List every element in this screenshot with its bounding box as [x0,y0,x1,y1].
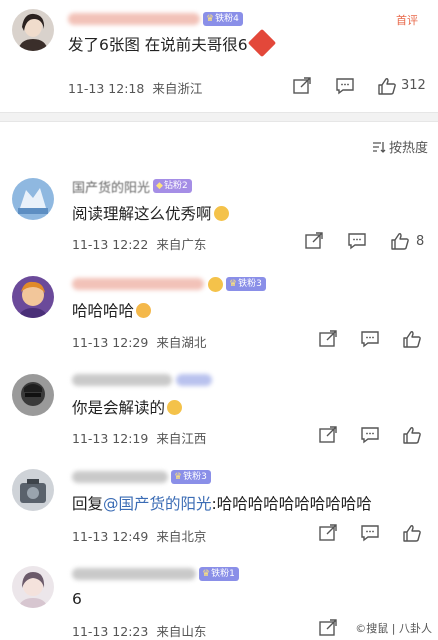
crown-icon: ♛ [202,569,211,579]
like-count: 312 [401,78,426,93]
post-content: 发了6张图 在说前夫哥很6 [68,28,276,58]
comment-avatar[interactable] [12,374,54,416]
share-icon[interactable] [318,524,338,542]
emoji-icon [213,206,229,221]
comment-avatar[interactable] [12,566,54,608]
like-icon[interactable] [390,232,410,250]
comment-icon[interactable] [335,77,355,95]
comment-avatar[interactable] [12,178,54,220]
comment-meta: 11-13 12:19 来自江西 [72,431,207,446]
comment-icon[interactable] [360,330,380,348]
share-icon[interactable] [318,426,338,444]
comment-icon[interactable] [360,426,380,444]
comment-author-name[interactable] [72,372,212,388]
fan-badge: ♛ 铁粉1 [199,567,239,581]
sort-by-hot-button[interactable]: 按热度 [372,137,428,156]
comment-author-name[interactable]: ♛ 铁粉3 [72,276,266,292]
share-icon[interactable] [292,77,312,95]
like-icon[interactable] [402,426,422,444]
emoji-icon [136,303,152,318]
share-icon[interactable] [318,619,338,637]
comment-meta: 11-13 12:22 来自广东 [72,237,207,252]
comment-meta: 11-13 12:23 来自山东 [72,624,207,639]
comment-avatar[interactable] [12,469,54,511]
emoji-icon [208,276,223,292]
weibo-post: ♛ 铁粉4 首评 发了6张图 在说前夫哥很6 11-13 12:18 来自浙江 31… [0,0,438,112]
crown-icon: ♛ [174,472,183,482]
comment-content: 6 [72,590,82,608]
share-icon[interactable] [318,330,338,348]
emoji-icon [167,400,183,415]
crown-icon: ♛ [229,279,238,289]
comment-content: 你是会解读的 [72,396,183,418]
post-meta: 11-13 12:18 来自浙江 [68,81,203,96]
comment-meta: 11-13 12:29 来自湖北 [72,335,207,350]
crown-icon: ♛ [206,14,215,24]
comment-author-name[interactable]: 国产货的阳光 ◆ 钻粉2 [72,178,192,196]
share-icon[interactable] [304,232,324,250]
fu-sticker-icon [247,28,276,58]
section-divider [0,112,438,122]
fan-badge: ♛ 铁粉3 [171,470,211,484]
fan-badge: ◆ 钻粉2 [153,179,192,193]
post-author-name[interactable]: ♛ 铁粉4 [68,11,243,27]
like-icon[interactable] [402,524,422,542]
watermark: ©搜鼠 | 八卦人 [355,622,432,635]
comment-avatar[interactable] [12,276,54,318]
comment-meta: 11-13 12:49 来自北京 [72,529,207,544]
like-icon[interactable] [402,330,422,348]
comment-author-name[interactable]: ♛ 铁粉1 [72,566,239,582]
comment-author-name[interactable]: ♛ 铁粉3 [72,469,211,485]
comment-icon[interactable] [360,524,380,542]
mention-link[interactable]: @国产货的阳光 [103,495,212,513]
comment-content: 阅读理解这么优秀啊 [72,202,229,224]
like-count: 8 [416,234,425,249]
post-avatar[interactable] [12,9,54,51]
first-comment-tag: 首评 [396,14,418,27]
fan-badge: ♛ 铁粉4 [203,12,243,26]
comment-content: 回复@国产货的阳光:哈哈哈哈哈哈哈哈哈哈 [72,495,372,513]
comment-icon[interactable] [347,232,367,250]
like-icon[interactable] [377,77,397,95]
comment-content: 哈哈哈哈 [72,299,152,321]
diamond-icon: ◆ [156,181,163,191]
sort-icon [372,141,386,153]
fan-badge: ♛ 铁粉3 [226,277,266,291]
